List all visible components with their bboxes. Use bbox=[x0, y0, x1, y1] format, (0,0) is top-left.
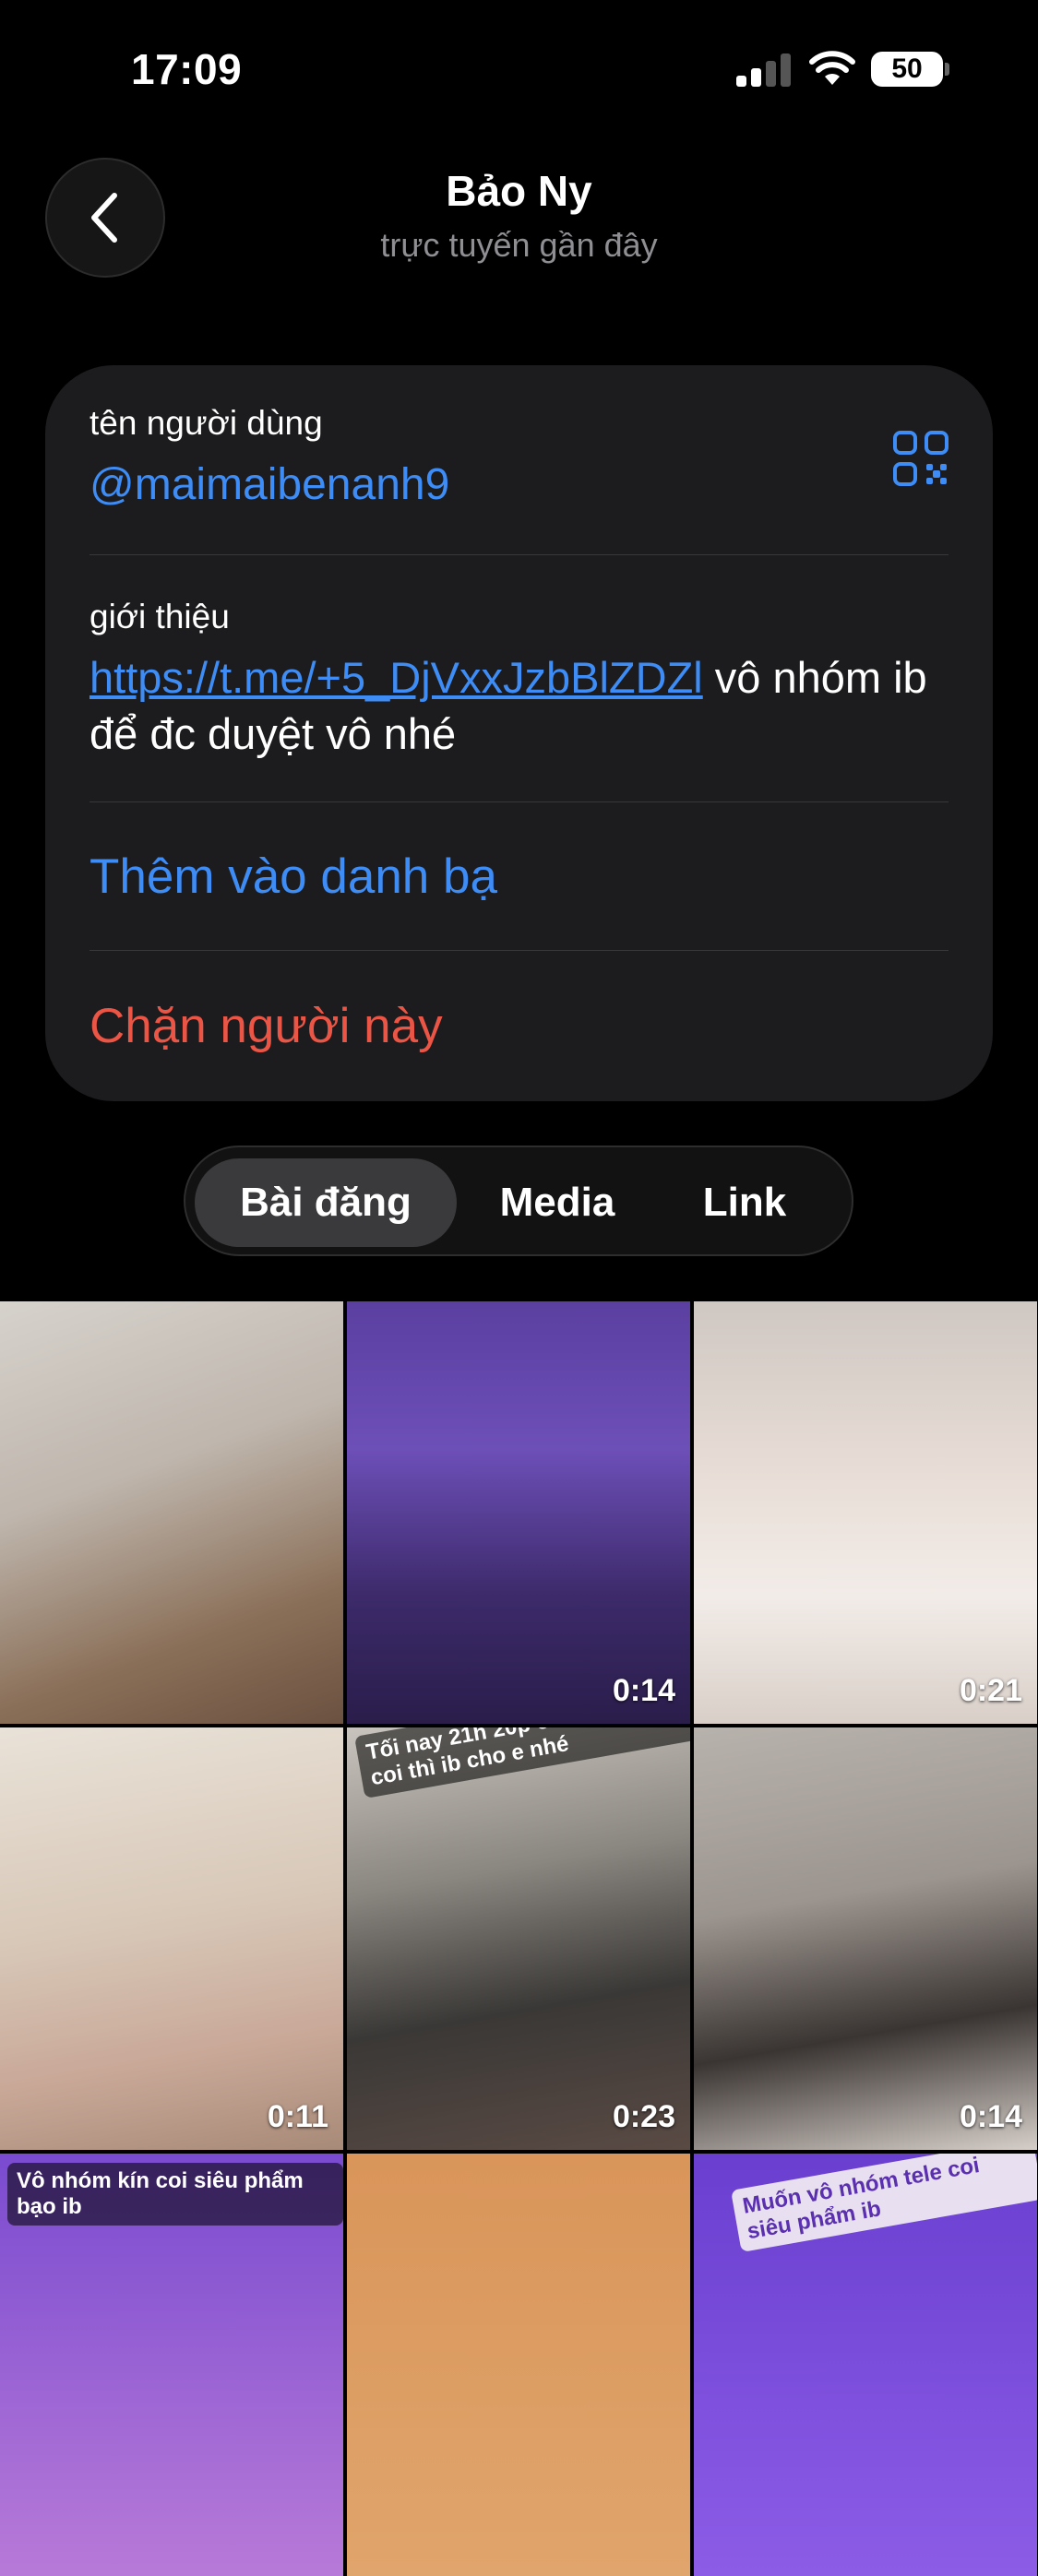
qr-code-icon[interactable] bbox=[892, 430, 949, 487]
media-thumbnail[interactable]: 0:14 bbox=[347, 1301, 690, 1724]
video-duration: 0:23 bbox=[612, 2099, 675, 2134]
divider bbox=[89, 554, 949, 555]
divider bbox=[89, 801, 949, 802]
thumbnail-caption: Muốn vô nhóm tele coi siêu phẩm ib bbox=[731, 2154, 1037, 2252]
thumbnail-caption: Vô nhóm kín coi siêu phẩm bạo ib bbox=[7, 2163, 343, 2226]
status-bar: 17:09 50 bbox=[0, 0, 1038, 138]
cellular-signal-icon bbox=[736, 53, 792, 87]
media-thumbnail[interactable]: 0:14 bbox=[694, 1727, 1037, 2150]
media-thumbnail[interactable]: 0:11 bbox=[0, 1727, 343, 2150]
video-duration: 0:11 bbox=[267, 2099, 328, 2134]
block-user-button[interactable]: Chặn người này bbox=[89, 998, 443, 1054]
wifi-icon bbox=[809, 51, 855, 85]
tab-posts[interactable]: Bài đăng bbox=[195, 1158, 457, 1247]
content-tabs: Bài đăng Media Link bbox=[184, 1146, 853, 1256]
bio-text: https://t.me/+5_DjVxxJzbBlZDZl vô nhóm i… bbox=[89, 649, 948, 762]
tab-media[interactable]: Media bbox=[460, 1158, 654, 1247]
video-duration: 0:14 bbox=[612, 1673, 675, 1708]
video-duration: 0:21 bbox=[959, 1673, 1022, 1708]
bio-label: giới thiệu bbox=[89, 598, 230, 635]
media-thumbnail[interactable] bbox=[347, 2154, 690, 2576]
media-thumbnail[interactable] bbox=[0, 1301, 343, 1724]
profile-info-card: tên người dùng @maimaibenanh9 giới thiệu… bbox=[45, 365, 993, 1101]
bio-link[interactable]: https://t.me/+5_DjVxxJzbBlZDZl bbox=[89, 653, 703, 702]
status-time: 17:09 bbox=[131, 45, 243, 93]
video-duration: 0:14 bbox=[959, 2099, 1022, 2134]
tab-link[interactable]: Link bbox=[654, 1158, 835, 1247]
media-thumbnail[interactable]: Tối nay 21h 20p e live muốn coi thì ib c… bbox=[347, 1727, 690, 2150]
username-link[interactable]: @maimaibenanh9 bbox=[89, 459, 449, 510]
contact-name: Bảo Ny bbox=[446, 167, 592, 215]
add-to-contacts-button[interactable]: Thêm vào danh bạ bbox=[89, 849, 497, 905]
divider bbox=[89, 950, 949, 951]
media-thumbnail[interactable]: 0:21 bbox=[694, 1301, 1037, 1724]
media-thumbnail[interactable]: Vô nhóm kín coi siêu phẩm bạo ib bbox=[0, 2154, 343, 2576]
last-seen-status: trực tuyến gần đây bbox=[380, 226, 658, 264]
thumbnail-caption: Tối nay 21h 20p e live muốn coi thì ib c… bbox=[354, 1727, 690, 1798]
battery-icon: 50 bbox=[871, 52, 943, 87]
media-thumbnail[interactable]: Muốn vô nhóm tele coi siêu phẩm ib bbox=[694, 2154, 1037, 2576]
username-label: tên người dùng bbox=[89, 404, 323, 442]
